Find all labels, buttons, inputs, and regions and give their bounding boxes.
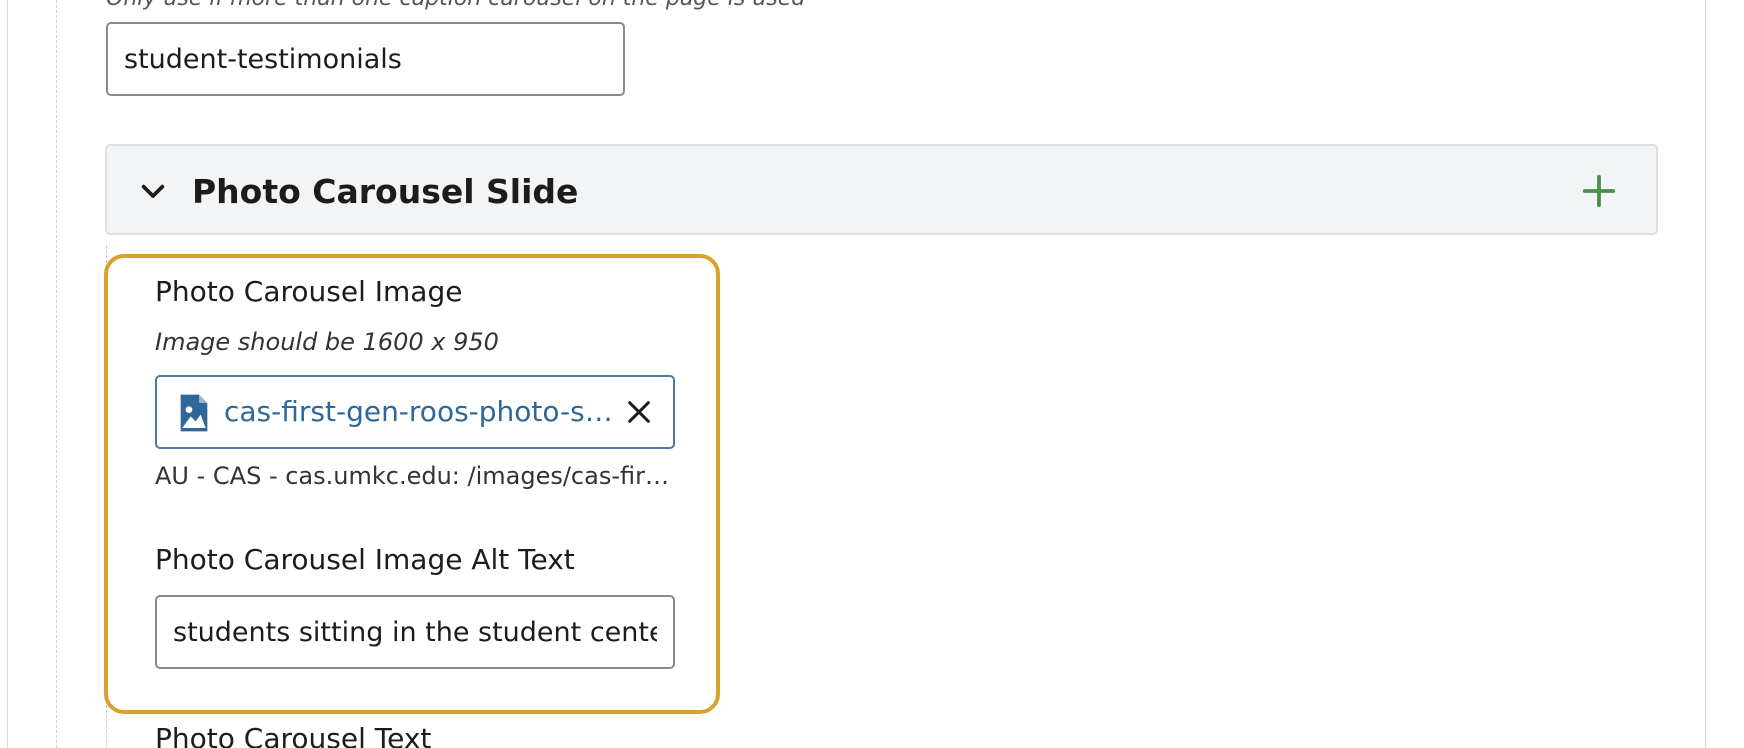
chevron-down-icon[interactable]	[137, 176, 169, 208]
nesting-guide-line	[56, 0, 57, 748]
image-file-icon	[180, 394, 208, 432]
section-title: Photo Carousel Slide	[192, 172, 579, 211]
close-icon[interactable]	[625, 398, 653, 426]
field-help-text: Only use if more than one caption carous…	[106, 0, 805, 11]
alt-text-label: Photo Carousel Image Alt Text	[155, 543, 575, 576]
image-asset-chooser[interactable]: cas-first-gen-roos-photo-ses...	[155, 375, 675, 449]
asset-name-link[interactable]: cas-first-gen-roos-photo-ses...	[224, 395, 614, 428]
alt-text-input[interactable]	[155, 595, 675, 669]
photo-carousel-slide-header[interactable]: Photo Carousel Slide	[105, 144, 1658, 235]
carousel-id-input[interactable]	[106, 22, 625, 96]
image-size-hint: Image should be 1600 x 950	[155, 328, 499, 356]
plus-icon[interactable]	[1580, 172, 1618, 210]
photo-carousel-text-label: Photo Carousel Text	[155, 722, 432, 748]
photo-carousel-image-label: Photo Carousel Image	[155, 275, 463, 308]
asset-path: AU - CAS - cas.umkc.edu: /images/cas-fir…	[155, 462, 675, 490]
